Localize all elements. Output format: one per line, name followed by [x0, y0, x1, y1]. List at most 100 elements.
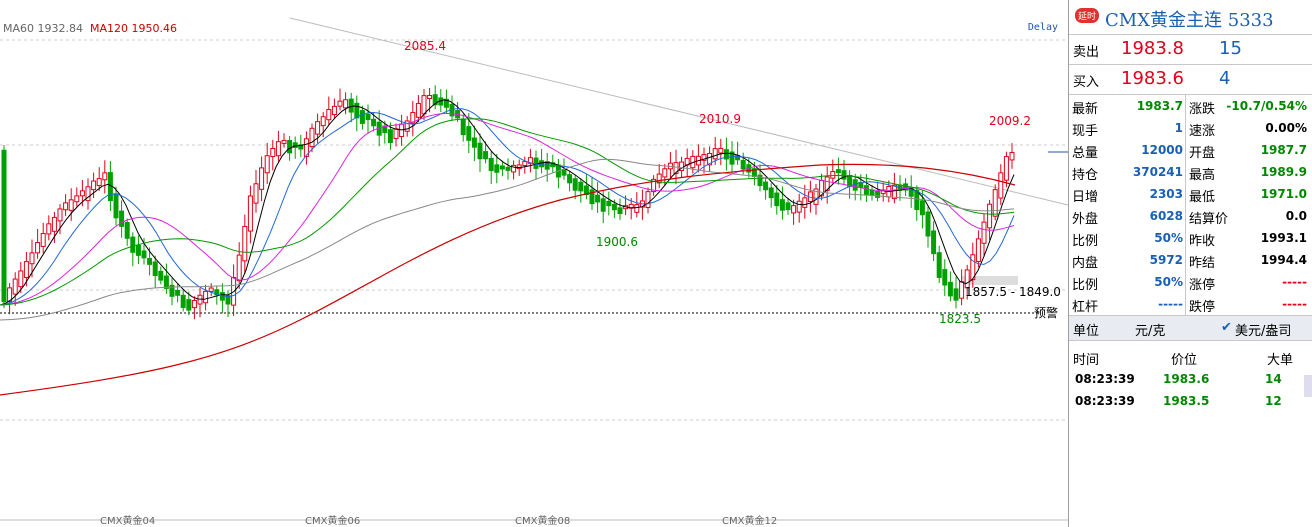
- x-label-04: CMX黄金04: [100, 516, 156, 527]
- candle-body: [264, 155, 270, 174]
- candle-body: [1009, 152, 1015, 161]
- candle-body: [835, 169, 841, 174]
- tick-list[interactable]: 08:23:39 1983.6 14 08:23:39 1983.5 12: [1069, 369, 1312, 413]
- stat-value: 1987.7: [1260, 143, 1307, 157]
- candle-body: [802, 197, 808, 208]
- candle-body: [180, 294, 186, 308]
- candle-body: [253, 183, 259, 204]
- candle-body: [102, 172, 108, 181]
- candle-body: [981, 221, 987, 244]
- candle-body: [242, 225, 248, 262]
- candle-body: [158, 270, 164, 281]
- candle-body: [505, 166, 511, 171]
- stat-value: 50%: [1154, 231, 1183, 245]
- tick-row: 08:23:39 1983.6 14: [1069, 369, 1312, 391]
- delay-label: Delay: [1027, 22, 1058, 33]
- candle-body: [35, 242, 41, 254]
- candle-body: [421, 95, 427, 115]
- candle-body: [51, 216, 57, 232]
- candle-body: [259, 167, 265, 190]
- candle-body: [74, 195, 80, 203]
- candle-body: [309, 127, 315, 148]
- range-label: 1857.5 - 1849.0: [965, 285, 1061, 299]
- candle-body: [869, 189, 875, 196]
- candle-body: [203, 290, 209, 304]
- candle-body: [499, 165, 505, 170]
- candle-body: [287, 139, 293, 154]
- candle-body: [763, 181, 769, 191]
- kline-chart[interactable]: 2085.4 2010.9 2009.2 1900.6 1823.5 1857.5 - 1…: [0, 0, 1068, 527]
- candle-body: [975, 238, 981, 262]
- x-label-06: CMX黄金06: [305, 516, 361, 527]
- candle-body: [315, 121, 321, 135]
- stats-grid: 最新 1983.7 涨跌 -10.7/0.54% 现手 1 速涨 0.00% 总量 12000 开盘…: [1069, 95, 1312, 316]
- instrument-title[interactable]: CMX黄金主连 5333: [1105, 6, 1274, 32]
- tick-scrollbar[interactable]: [1304, 375, 1312, 397]
- unit-alt[interactable]: 美元/盎司: [1235, 320, 1291, 339]
- candle-body: [830, 171, 836, 179]
- ma60-label: MA60 1932.84: [3, 22, 83, 35]
- candle-body: [343, 99, 349, 109]
- candle-body: [992, 189, 998, 217]
- stat-value: 0.0: [1285, 209, 1307, 223]
- stats-row: 比例 50% 涨停 -----: [1069, 271, 1312, 293]
- candle-body: [91, 180, 97, 191]
- candle-body: [130, 236, 136, 253]
- stat-label: 比例: [1072, 278, 1099, 293]
- stat-value: 370241: [1132, 165, 1183, 179]
- stat-label: 内盘: [1072, 256, 1099, 271]
- high-label-2009: 2009.2: [989, 114, 1031, 128]
- candle-body: [936, 252, 942, 278]
- candle-body: [611, 203, 617, 211]
- candle-body: [393, 128, 399, 140]
- candle-body: [768, 187, 774, 199]
- stat-value: -----: [1282, 275, 1307, 289]
- sell-price: 1983.8: [1121, 38, 1184, 59]
- candle-body: [919, 200, 925, 216]
- kline-canvas[interactable]: 2085.4 2010.9 2009.2 1900.6 1823.5 1857.5 - 1…: [0, 0, 1068, 527]
- candle-body: [23, 261, 29, 278]
- stat-value: 1971.0: [1260, 187, 1307, 201]
- candle-body: [247, 195, 253, 232]
- candle-body: [152, 261, 158, 276]
- stat-value: 2303: [1149, 187, 1183, 201]
- candle-body: [494, 164, 500, 173]
- stat-label: 现手: [1072, 124, 1099, 139]
- unit-value[interactable]: 元/克: [1135, 320, 1165, 339]
- candle-body: [365, 113, 371, 121]
- stat-label: 比例: [1072, 234, 1099, 249]
- ma20-line: [0, 113, 1015, 306]
- candle-body: [186, 299, 192, 311]
- unit-row: 单位 元/克 ✔ 美元/盎司: [1069, 316, 1312, 341]
- candle-body: [712, 148, 718, 160]
- tick-time: 08:23:39: [1075, 372, 1135, 386]
- stats-row: 现手 1 速涨 0.00%: [1069, 117, 1312, 139]
- candle-body: [29, 252, 35, 265]
- stat-label: 外盘: [1072, 212, 1099, 227]
- candle-body: [987, 203, 993, 229]
- candle-body: [617, 207, 623, 215]
- candle-body: [326, 109, 332, 121]
- stat-label: 涨跌: [1189, 102, 1216, 117]
- candle-body: [953, 288, 959, 301]
- candle-body: [12, 278, 18, 295]
- candle-body: [281, 139, 287, 144]
- candle-body: [320, 116, 326, 127]
- stats-row: 内盘 5972 昨结 1994.4: [1069, 249, 1312, 271]
- title-bar: 延时 CMX黄金主连 5333: [1069, 0, 1312, 35]
- candle-body: [606, 200, 612, 207]
- ma120-label: MA120 1950.46: [90, 22, 177, 35]
- stat-label: 持仓: [1072, 168, 1099, 183]
- candle-body: [539, 160, 545, 168]
- stat-label: 杠杆: [1072, 300, 1099, 315]
- candle-body: [79, 190, 85, 197]
- candle-body: [63, 202, 69, 211]
- candle-body: [163, 275, 169, 289]
- candle-body: [925, 211, 931, 237]
- candle-body: [959, 281, 965, 299]
- stats-row: 最新 1983.7 涨跌 -10.7/0.54%: [1069, 95, 1312, 117]
- candle-body: [796, 200, 802, 213]
- candle-body: [662, 168, 668, 178]
- candle-body: [998, 172, 1004, 199]
- stats-row: 日增 2303 最低 1971.0: [1069, 183, 1312, 205]
